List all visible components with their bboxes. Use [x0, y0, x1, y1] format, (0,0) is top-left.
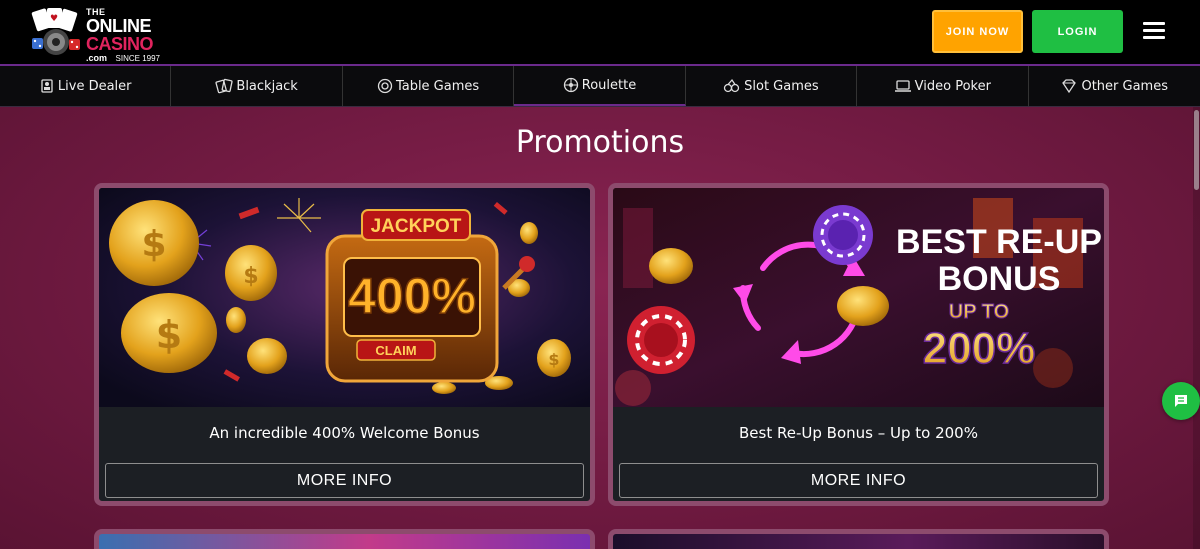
- logo-casino: CASINO: [86, 34, 154, 54]
- jackpot-percent: 400%: [348, 268, 476, 324]
- logo-cards-icon: ♥: [31, 8, 80, 55]
- blackjack-icon: [215, 78, 234, 94]
- promo-card-next-right[interactable]: [608, 529, 1109, 549]
- nav-item-live-dealer[interactable]: Live Dealer: [0, 66, 172, 106]
- logo-since: SINCE 1997: [115, 54, 160, 63]
- reup-line1: BEST RE-UP: [896, 223, 1102, 261]
- promo-card-title: Best Re-Up Bonus – Up to 200%: [739, 424, 978, 442]
- roulette-icon: [563, 77, 578, 93]
- claim-label: CLAIM: [375, 343, 416, 358]
- login-button[interactable]: LOGIN: [1032, 10, 1123, 53]
- reup-upto: UP TO: [949, 301, 1009, 323]
- chat-icon: [1175, 395, 1187, 407]
- promo-image-reup[interactable]: BEST RE-UP BONUS UP TO 200%: [613, 188, 1104, 407]
- logo-tagline: .com SINCE 1997: [86, 54, 160, 63]
- page-title: Promotions: [515, 125, 685, 160]
- nav-item-blackjack[interactable]: Blackjack: [171, 66, 343, 106]
- hamburger-menu-icon[interactable]: [1143, 22, 1165, 40]
- promo-card-welcome: $ $ $ $ 400% JACKPOT CLAIM An incredible…: [94, 183, 595, 506]
- nav-item-label: Video Poker: [914, 78, 991, 94]
- live-dealer-icon: [41, 79, 53, 93]
- nav-item-label: Table Games: [395, 78, 480, 94]
- logo-wordmark: THE ONLINE CASINO .com SINCE 1997: [86, 8, 160, 63]
- slot-games-icon: [723, 78, 740, 93]
- svg-text:$: $: [243, 264, 258, 289]
- nav-item-other-games[interactable]: Other Games: [1029, 66, 1200, 106]
- reup-line2: BONUS: [938, 260, 1061, 298]
- nav-item-label: Other Games: [1081, 78, 1168, 94]
- nav-item-label: Slot Games: [744, 78, 819, 94]
- logo-dotcom: .com: [86, 53, 108, 63]
- site-header: ♥ THE ONLINE CASINO .com SINCE 1997 JOIN…: [0, 0, 1200, 64]
- logo-online: ONLINE: [86, 16, 152, 36]
- diamond-icon: [1062, 79, 1077, 94]
- nav-item-video-poker[interactable]: Video Poker: [857, 66, 1029, 106]
- promo-image-jackpot[interactable]: $ $ $ $ 400% JACKPOT CLAIM: [99, 188, 590, 407]
- chat-button[interactable]: [1162, 382, 1200, 420]
- svg-text:$: $: [141, 224, 166, 265]
- promo-card-reup: BEST RE-UP BONUS UP TO 200% Best Re-Up B…: [608, 183, 1109, 506]
- reup-percent: 200%: [923, 324, 1036, 373]
- promo-card-next-left[interactable]: [94, 529, 595, 549]
- nav-item-slot-games[interactable]: Slot Games: [686, 66, 858, 106]
- nav-item-table-games[interactable]: Table Games: [343, 66, 515, 106]
- nav-item-label: Live Dealer: [57, 78, 132, 94]
- join-now-button[interactable]: JOIN NOW: [932, 10, 1023, 53]
- more-info-button[interactable]: MORE INFO: [105, 463, 584, 498]
- game-category-nav: Live Dealer Blackjack Table Games Roulet…: [0, 64, 1200, 107]
- nav-item-label: Blackjack: [236, 78, 298, 94]
- svg-text:$: $: [548, 350, 559, 369]
- more-info-button[interactable]: MORE INFO: [619, 463, 1098, 498]
- nav-item-roulette[interactable]: Roulette: [514, 66, 686, 106]
- svg-text:$: $: [156, 313, 182, 357]
- svg-text:♥: ♥: [50, 14, 58, 24]
- table-games-icon: [377, 78, 393, 94]
- nav-item-label: Roulette: [581, 77, 637, 93]
- promo-card-title: An incredible 400% Welcome Bonus: [209, 424, 480, 442]
- video-poker-icon: [894, 80, 911, 92]
- jackpot-label: JACKPOT: [371, 216, 462, 237]
- site-logo[interactable]: ♥ THE ONLINE CASINO .com SINCE 1997: [28, 6, 218, 63]
